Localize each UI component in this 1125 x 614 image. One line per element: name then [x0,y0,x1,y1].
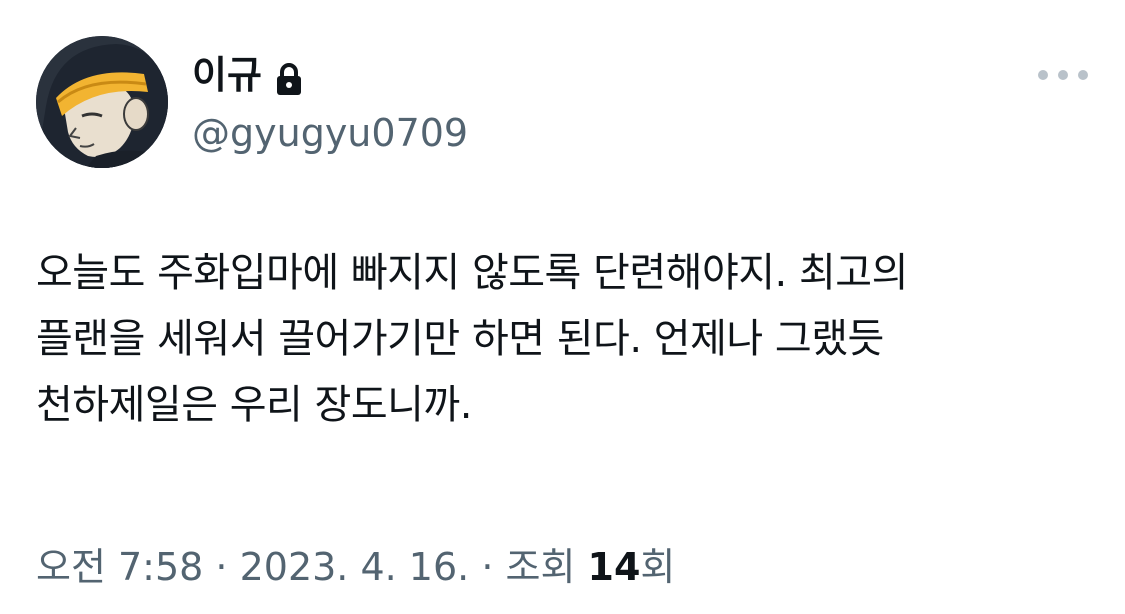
avatar-image [36,36,168,168]
views-suffix: 회 [640,545,676,589]
more-horizontal-icon [1038,70,1048,80]
tweet-time[interactable]: 오전 7:58 [36,545,203,589]
lock-icon [274,58,304,95]
tweet: 이규 @gyugyu0709 오늘도 주화입마에 빠지지 않도록 단련해야지. … [0,0,1125,614]
display-name-row[interactable]: 이규 [192,50,304,100]
meta-separator: · [203,545,240,589]
user-handle[interactable]: @gyugyu0709 [192,108,468,158]
views-count: 14 [587,545,641,589]
tweet-date[interactable]: 2023. 4. 16. [240,545,470,589]
more-options-button[interactable] [1036,60,1090,90]
more-dot [1058,70,1068,80]
meta-separator: · [469,545,506,589]
tweet-meta: 오전 7:58 · 2023. 4. 16. · 조회 14회 [36,540,675,594]
views-label: 조회 [505,545,576,589]
display-name[interactable]: 이규 [192,50,262,100]
tweet-text: 오늘도 주화입마에 빠지지 않도록 단련해야지. 최고의 플랜을 세워서 끌어가… [36,250,908,428]
avatar[interactable] [36,36,168,168]
more-dot [1078,70,1088,80]
